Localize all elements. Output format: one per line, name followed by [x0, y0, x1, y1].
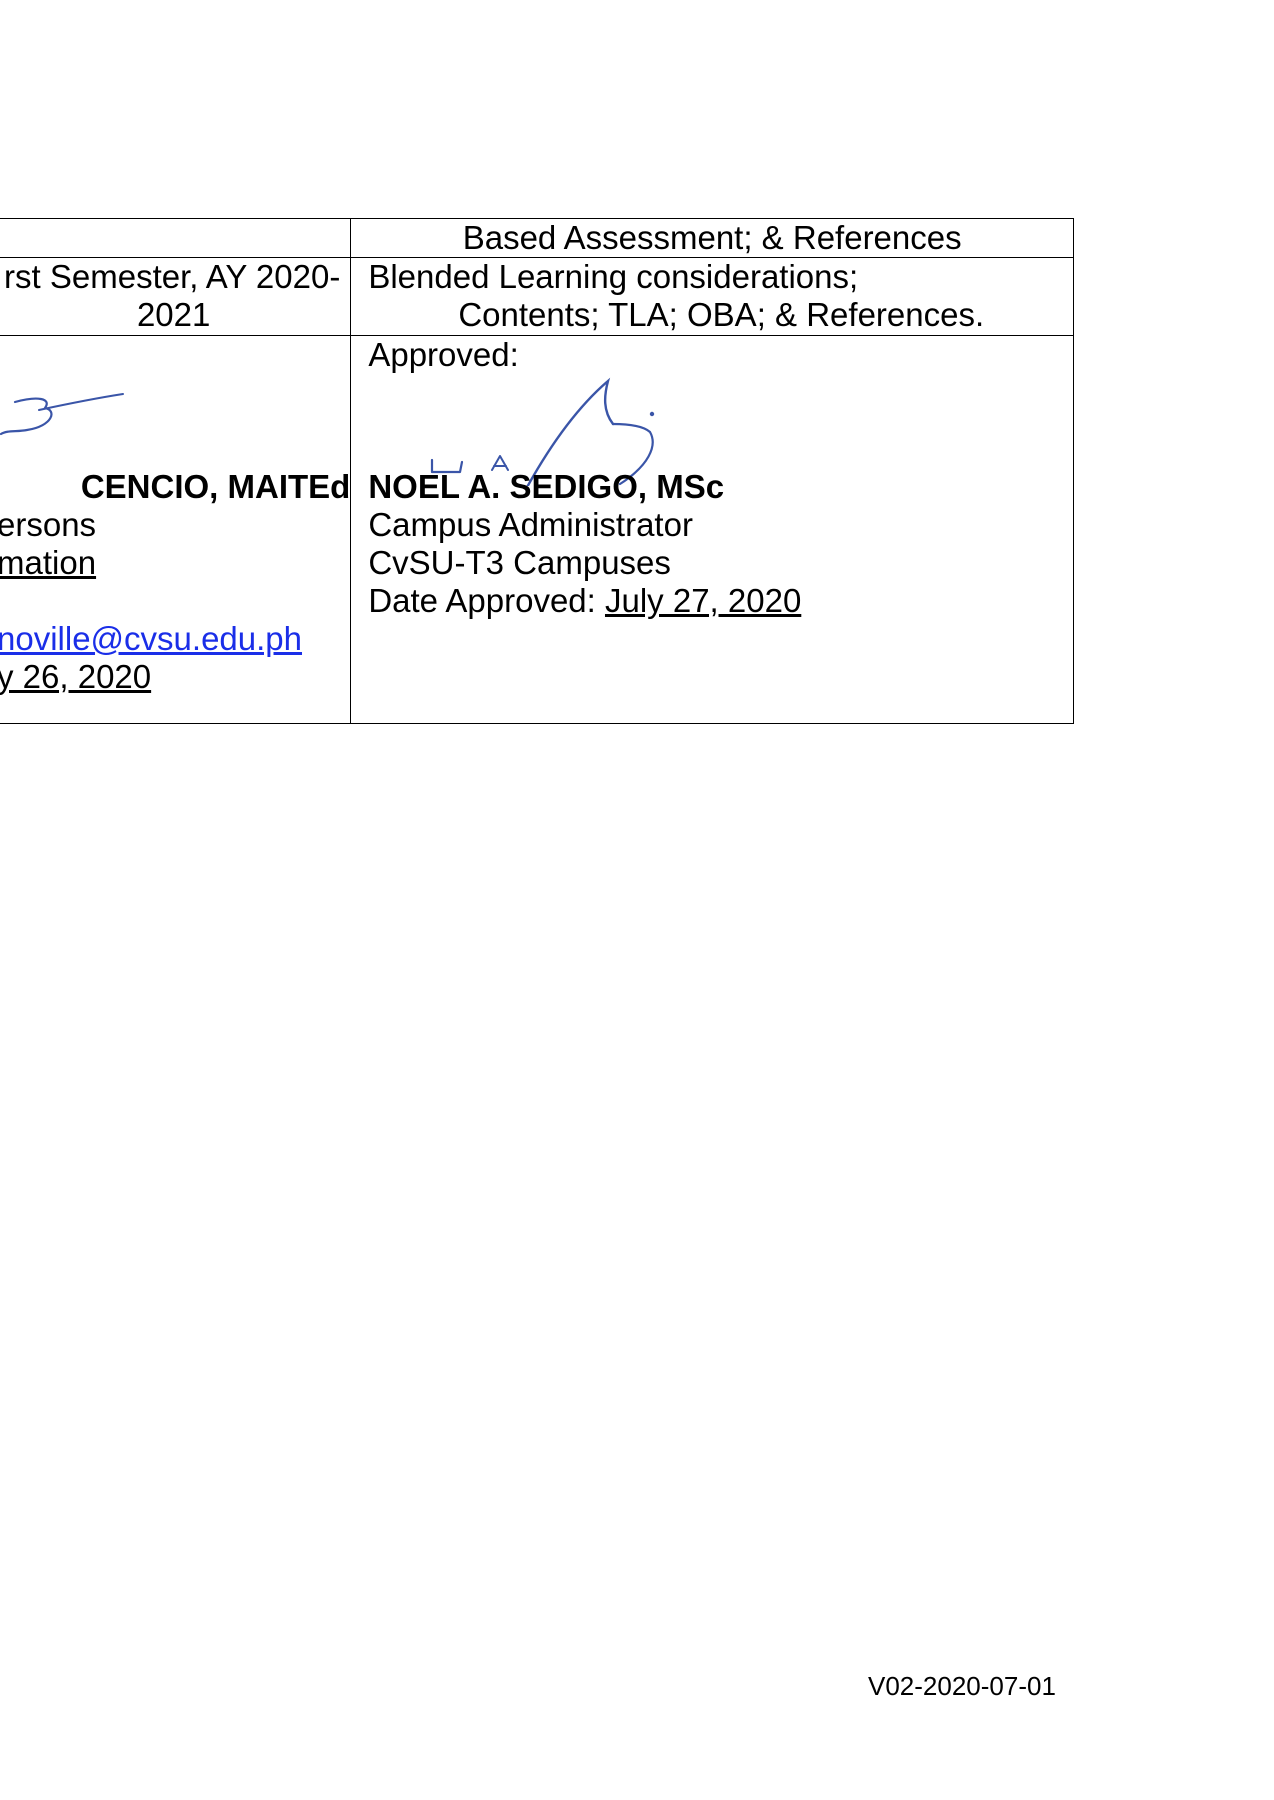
approval-date-line: Date Approved: July 27, 2020 — [368, 582, 801, 620]
email-link[interactable]: noville@cvsu.edu.ph — [0, 620, 302, 657]
approval-date-value: July 27, 2020 — [604, 582, 802, 619]
cell-right-approver: Approved: NOEL A. SEDIGO, MSc Campus Adm… — [350, 335, 1074, 724]
cell-left-signatory: CENCIO, MAITEd ersons mation noville@cvs… — [0, 335, 352, 724]
signature-image — [0, 393, 124, 436]
signatory-email[interactable]: noville@cvsu.edu.ph — [0, 620, 350, 658]
signatory-title: ersons — [0, 506, 97, 543]
semester-year-line: 2021 — [136, 296, 211, 333]
signature-table: Based Assessment; & References rst Semes… — [0, 218, 1074, 724]
semester-line: rst Semester, AY 2020- — [4, 258, 341, 295]
signatory-date: y 26, 2020 — [0, 658, 152, 695]
revision-detail-line1: Blended Learning considerations; — [368, 258, 859, 295]
approver-name: NOEL A. SEDIGO, MSc — [368, 468, 725, 505]
approver-office: CvSU-T3 Campuses — [368, 544, 671, 581]
cell-right-row2: Blended Learning considerations; Content… — [350, 257, 1074, 336]
table-row: rst Semester, AY 2020- 2021 Blended Lear… — [0, 257, 1074, 336]
approval-date-label: Date Approved: — [368, 582, 605, 619]
revision-note-line: Based Assessment; & References — [462, 219, 962, 256]
signatory-office: mation — [0, 544, 97, 581]
table-row: CENCIO, MAITEd ersons mation noville@cvs… — [0, 335, 1074, 724]
approver-signature-image — [431, 377, 655, 486]
table-row: Based Assessment; & References — [0, 218, 1074, 258]
signatory-name: CENCIO, MAITEd — [80, 468, 351, 505]
cell-right-row1: Based Assessment; & References — [350, 218, 1074, 258]
cell-left-row2: rst Semester, AY 2020- 2021 — [0, 257, 352, 336]
document-version-code: V02-2020-07-01 — [868, 1671, 1056, 1701]
revision-detail-line2: Contents; TLA; OBA; & References. — [458, 296, 985, 333]
approver-title: Campus Administrator — [368, 506, 693, 543]
cell-left-row1 — [0, 218, 352, 258]
